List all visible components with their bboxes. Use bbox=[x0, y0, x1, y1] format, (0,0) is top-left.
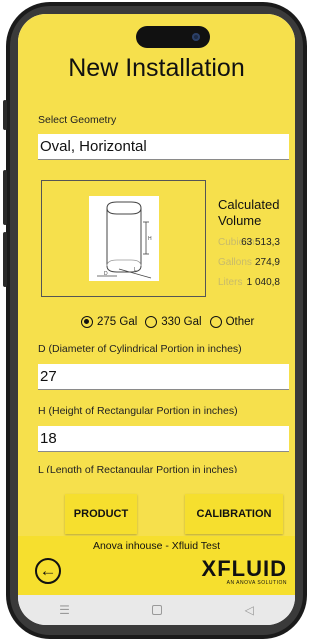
diameter-input[interactable]: 27 bbox=[38, 364, 289, 390]
radio-label: Other bbox=[225, 316, 255, 328]
product-button[interactable]: PRODUCT bbox=[65, 494, 137, 534]
page-title: New Installation bbox=[68, 54, 245, 82]
value-liters: 1 040,8 bbox=[246, 277, 280, 288]
radio-selected-icon bbox=[81, 316, 93, 328]
camera-notch bbox=[136, 26, 210, 48]
radio-other[interactable]: Other bbox=[209, 316, 255, 328]
side-button-low bbox=[3, 232, 7, 287]
geometry-diagram: H D L bbox=[41, 180, 206, 297]
capacity-radio-group: 275 Gal 330 Gal Other bbox=[81, 316, 254, 328]
geometry-select[interactable]: Oval, Horizontal bbox=[38, 134, 289, 160]
xfluid-logo: XFLUID AN ANOVA SOLUTION bbox=[201, 556, 287, 587]
side-button-mid bbox=[3, 170, 7, 225]
calculated-volume-title: Calculated Volume bbox=[218, 197, 280, 228]
radio-unselected-icon bbox=[209, 316, 222, 328]
back-triangle-icon[interactable]: ◁ bbox=[245, 603, 254, 617]
back-button[interactable]: ← bbox=[35, 558, 61, 584]
company-name: Anova inhouse - Xfluid Test bbox=[92, 540, 221, 552]
screen: New Installation Select Geometry Oval, H… bbox=[18, 14, 295, 625]
unit-gallons: Gallons bbox=[218, 257, 252, 268]
radio-330-gal[interactable]: 330 Gal bbox=[145, 316, 202, 328]
tank-diagram: H D L bbox=[89, 196, 159, 281]
radio-unselected-icon bbox=[145, 316, 158, 328]
radio-label: 330 Gal bbox=[161, 316, 202, 328]
logo-main-text: XFLUID bbox=[201, 556, 287, 581]
arrow-left-circle-icon: ← bbox=[39, 561, 57, 580]
height-input[interactable]: 18 bbox=[38, 426, 289, 452]
height-label: H (Height of Rectangular Portion in inch… bbox=[38, 405, 238, 417]
calibration-button[interactable]: CALIBRATION bbox=[185, 494, 283, 534]
length-label: L (Length of Rectangular Portion in inch… bbox=[38, 464, 238, 473]
label-h: H bbox=[148, 236, 152, 242]
unit-liters: Liters bbox=[218, 277, 243, 288]
home-icon[interactable] bbox=[152, 605, 163, 615]
android-nav-bar: ☰ ◁ bbox=[18, 595, 295, 625]
label-d: D bbox=[104, 271, 108, 277]
radio-label: 275 Gal bbox=[97, 316, 138, 328]
value-gallons: 274,9 bbox=[254, 257, 280, 268]
radio-275-gal[interactable]: 275 Gal bbox=[81, 316, 137, 328]
side-button-top bbox=[3, 100, 7, 130]
camera-icon bbox=[192, 33, 200, 41]
screen-body: New Installation Select Geometry Oval, H… bbox=[18, 14, 295, 536]
footer-bar: Anova inhouse - Xfluid Test ← XFLUID AN … bbox=[18, 536, 295, 595]
value-cubic-in: 63 513,3 bbox=[241, 237, 280, 248]
menu-icon[interactable]: ☰ bbox=[59, 603, 70, 617]
geometry-label: Select Geometry bbox=[38, 114, 117, 126]
diameter-label: D (Diameter of Cylindrical Portion in in… bbox=[38, 343, 242, 355]
label-l: L bbox=[134, 267, 137, 273]
